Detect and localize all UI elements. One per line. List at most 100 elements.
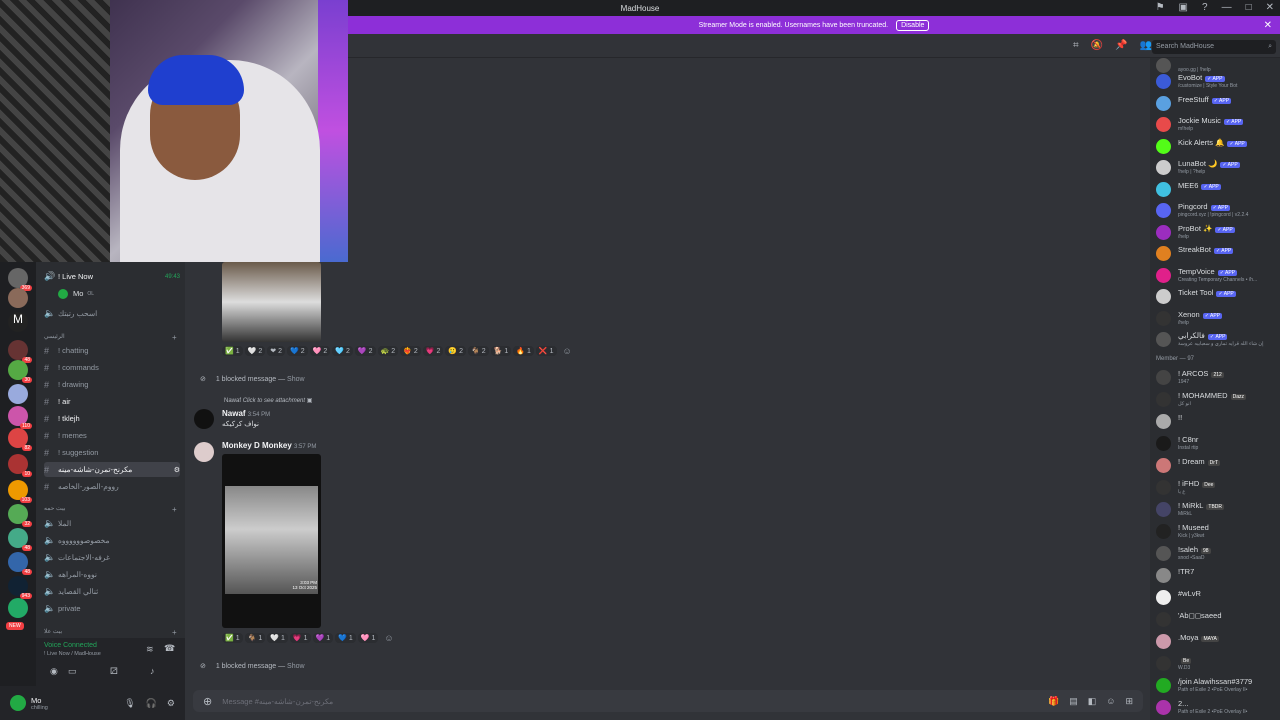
channel-item[interactable]: # ! memes	[44, 428, 180, 443]
category-header[interactable]: الرئيسي +	[44, 333, 177, 342]
member-item[interactable]: Pingcord ✓ APP pingcord.xyz | !pingcord | …	[1156, 201, 1280, 221]
member-item[interactable]: فالكرابي ✓ APP إن شاء الله قرايه تماري و س…	[1156, 330, 1280, 350]
member-item[interactable]: Be W.D3	[1156, 654, 1280, 674]
add-channel-icon[interactable]: +	[172, 505, 177, 514]
server-icon[interactable]: 82	[8, 428, 32, 451]
settings-icon[interactable]: ⚙	[174, 466, 180, 474]
sticker-icon[interactable]: ◧	[1088, 696, 1097, 707]
member-item[interactable]: ! MiRkL TBDR MiRkL	[1156, 500, 1280, 520]
reaction-chip[interactable]: 🥲 2	[445, 346, 467, 356]
member-item[interactable]: StreakBot ✓ APP	[1156, 244, 1280, 264]
server-icon[interactable]: 32	[8, 504, 32, 527]
reaction-chip[interactable]: ✅ 1	[222, 346, 243, 356]
gift-icon[interactable]: 🎁	[1048, 696, 1059, 707]
member-item[interactable]: Ticket Tool ✓ APP	[1156, 287, 1280, 307]
channel-item[interactable]: # ! drawing	[44, 377, 180, 392]
user-info[interactable]: Mo chilling	[31, 696, 48, 711]
category-header[interactable]: بيت علا +	[44, 628, 177, 637]
reaction-chip[interactable]: 💗 1	[289, 633, 311, 643]
channel-item-active[interactable]: # مكرنح-تمرن-شاشه-مينه ⚙	[44, 462, 180, 477]
member-item[interactable]: !TR7	[1156, 566, 1280, 586]
channel-item[interactable]: # رووم-الصور-الخاصه	[44, 479, 180, 494]
server-icon[interactable]: 10	[8, 454, 32, 477]
add-reaction-icon[interactable]: ☺	[384, 633, 393, 643]
search-input[interactable]: Search MadHouse ⌕	[1152, 40, 1276, 54]
screen-share-icon[interactable]: ▭	[68, 666, 77, 677]
photo-attachment[interactable]: 3:03 PM 13 Oct 2025	[222, 454, 321, 628]
microphone-icon[interactable]: 🎙	[124, 698, 135, 709]
add-channel-icon[interactable]: +	[172, 628, 177, 637]
message-author[interactable]: Monkey D Monkey 3:57 PM	[222, 441, 316, 450]
add-channel-icon[interactable]: +	[172, 333, 177, 342]
channel-item[interactable]: 🔈 ثنالي القصايد	[44, 584, 180, 599]
member-item[interactable]: !saleh 98 snod •SaaD	[1156, 544, 1280, 564]
member-item[interactable]: .Moya MAYA	[1156, 632, 1280, 652]
reaction-chip[interactable]: 🩷 2	[309, 346, 331, 356]
screen-icon[interactable]: ▣	[1179, 2, 1188, 13]
voice-user[interactable]: Mo OL	[58, 286, 178, 301]
member-item[interactable]: ! Dream DrT	[1156, 456, 1280, 476]
member-item[interactable]: Jockie Music ✓ APP m!help	[1156, 115, 1280, 135]
reply-preview[interactable]: Nawaf Click to see attachment ▣	[224, 397, 312, 404]
avatar[interactable]	[194, 442, 214, 462]
reaction-chip[interactable]: 💙 2	[287, 346, 308, 356]
members-icon[interactable]: 👥	[1140, 40, 1152, 51]
disable-button[interactable]: Disable	[896, 19, 930, 31]
emoji-icon[interactable]: ☺	[1106, 696, 1115, 707]
channel-item[interactable]: # ! tklejh	[44, 411, 180, 426]
gear-icon[interactable]: ⚙	[167, 698, 175, 709]
server-icon[interactable]: 30	[8, 360, 32, 383]
member-item[interactable]: ! C8nr Instal rtip	[1156, 434, 1280, 454]
server-icon[interactable]	[8, 288, 28, 308]
close-button[interactable]: ✕	[1266, 2, 1274, 13]
reaction-chip[interactable]: 🤍 1	[267, 633, 288, 643]
server-icon[interactable]: 369	[8, 268, 32, 291]
channel-item[interactable]: # ! chatting	[44, 343, 180, 358]
soundboard-icon[interactable]: ♪	[150, 666, 155, 676]
channel-item[interactable]: 🔈 نووه-المراهه	[44, 567, 180, 582]
disconnect-icon[interactable]: ☎	[164, 643, 175, 654]
channel-item[interactable]: 🔈 مخصوصووووووه	[44, 533, 180, 548]
reaction-chip[interactable]: 🤍 2	[244, 346, 266, 356]
channel-item[interactable]: 🔈 الملا	[44, 516, 180, 531]
member-item[interactable]: EvoBot ✓ APP/customize | Style Your Bot	[1156, 72, 1280, 92]
close-banner-icon[interactable]: ✕	[1264, 20, 1272, 31]
server-icon[interactable]: 48	[8, 340, 32, 363]
server-icon[interactable]: 103	[8, 480, 32, 503]
channel-item[interactable]: 🔈 غرفه-الاجتماعات	[44, 550, 180, 565]
help-icon[interactable]: ?	[1202, 2, 1208, 13]
server-icon[interactable]	[8, 598, 28, 618]
member-item[interactable]: ProBot ✨ ✓ APP/help	[1156, 223, 1280, 243]
member-item[interactable]: ! Museed Kick | y3kwt	[1156, 522, 1280, 542]
reaction-chip[interactable]: ❤ 2	[267, 346, 286, 356]
inbox-icon[interactable]: ⚑	[1156, 2, 1165, 13]
channel-item[interactable]: # ! commands	[44, 360, 180, 375]
reaction-chip[interactable]: 💙 1	[335, 633, 356, 643]
member-item[interactable]: ! MOHAMMED Dazz انو كل	[1156, 390, 1280, 410]
threads-icon[interactable]: ⌗	[1073, 40, 1079, 51]
member-item[interactable]: TempVoice ✓ APP Creating Temporary Channel…	[1156, 266, 1280, 286]
avatar[interactable]	[194, 409, 214, 429]
mute-icon[interactable]: 🔕	[1091, 40, 1103, 51]
minimize-button[interactable]: —	[1222, 2, 1232, 13]
server-icon[interactable]: 110	[8, 406, 32, 429]
member-item[interactable]: ! iFHD Dee ع يا	[1156, 478, 1280, 498]
member-item[interactable]: 2... Path of Exile 2 •PoE Overlay II•	[1156, 698, 1280, 718]
server-icon[interactable]	[8, 384, 28, 404]
member-item[interactable]: MEE6 ✓ APP	[1156, 180, 1280, 200]
reaction-chip[interactable]: 💜 1	[312, 633, 334, 643]
member-item[interactable]: LunaBot 🌙 ✓ APP !help | ?help	[1156, 158, 1280, 178]
reaction-chip[interactable]: 🩵 2	[332, 346, 353, 356]
add-reaction-icon[interactable]: ☺	[563, 346, 572, 356]
reaction-chip[interactable]: 💜 2	[354, 346, 376, 356]
member-item[interactable]: Kick Alerts 🔔 ✓ APP	[1156, 137, 1280, 157]
signal-icon[interactable]: ≋	[146, 644, 154, 655]
gif-icon[interactable]: ▤	[1069, 696, 1078, 707]
camera-icon[interactable]: ◉	[50, 666, 58, 677]
reaction-chip[interactable]: 🐐 2	[468, 346, 489, 356]
add-attachment-icon[interactable]: ⊕	[203, 695, 212, 708]
server-icon[interactable]: 943	[8, 576, 32, 599]
member-item[interactable]: ! ARCOS 212 1947	[1156, 368, 1280, 388]
coffee-image-attachment[interactable]	[222, 262, 321, 342]
show-link[interactable]: Show	[287, 663, 305, 670]
